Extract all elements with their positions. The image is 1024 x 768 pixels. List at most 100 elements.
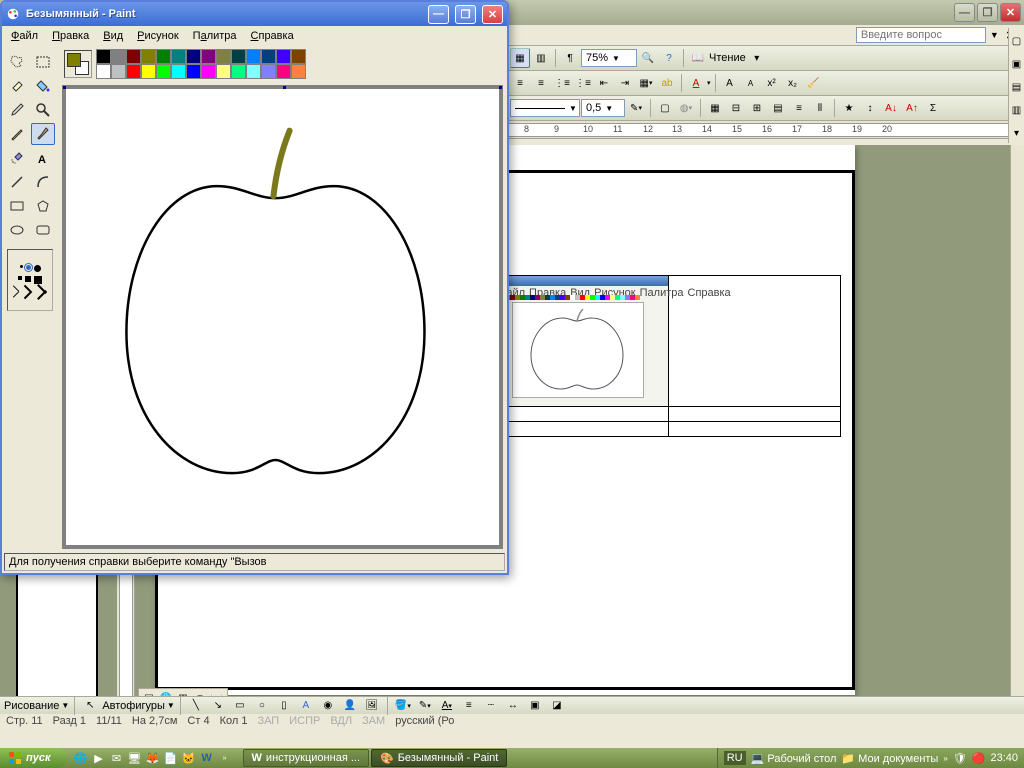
freeform-select-tool[interactable]: [5, 51, 29, 73]
superscript-icon[interactable]: x²: [762, 73, 782, 93]
line-icon[interactable]: ╲: [186, 696, 206, 716]
numbered-list-icon[interactable]: ⋮≡: [552, 73, 572, 93]
wordart-icon[interactable]: A: [296, 696, 316, 716]
menu-help[interactable]: Справка: [244, 28, 301, 44]
font-grow-icon[interactable]: A: [720, 73, 740, 93]
align-center-icon[interactable]: ≡: [531, 73, 551, 93]
drawing-menu[interactable]: Рисование: [4, 700, 59, 712]
font-color-icon[interactable]: A: [686, 73, 706, 93]
fill-tool[interactable]: [31, 75, 55, 97]
rounded-rect-tool[interactable]: [31, 219, 55, 241]
rect-icon[interactable]: ▭: [230, 696, 250, 716]
borders-icon[interactable]: ▦▾: [636, 73, 656, 93]
palette-color[interactable]: [126, 64, 141, 79]
palette-color[interactable]: [201, 64, 216, 79]
paint-titlebar[interactable]: Безымянный - Paint — ❐ ✕: [2, 2, 507, 26]
palette-color[interactable]: [171, 64, 186, 79]
split-cells-icon[interactable]: ⊞: [747, 98, 767, 118]
diagram-icon[interactable]: ◉: [318, 696, 338, 716]
palette-color[interactable]: [231, 64, 246, 79]
distribute-rows-icon[interactable]: ≡: [789, 98, 809, 118]
insert-table-icon[interactable]: ▦: [705, 98, 725, 118]
help-dropdown-icon[interactable]: ▼: [990, 30, 999, 40]
palette-color[interactable]: [126, 49, 141, 64]
rect-select-tool[interactable]: [31, 51, 55, 73]
show-marks-icon[interactable]: ¶: [560, 48, 580, 68]
help-search-input[interactable]: [856, 27, 986, 43]
brush-tool[interactable]: [31, 123, 55, 145]
autoshapes-menu[interactable]: Автофигуры: [102, 700, 165, 712]
bullet-list-icon[interactable]: ⋮≡: [573, 73, 593, 93]
palette-color[interactable]: [276, 49, 291, 64]
subscript-icon[interactable]: x₂: [783, 73, 803, 93]
palette-color[interactable]: [246, 64, 261, 79]
task-paint[interactable]: 🎨 Безымянный - Paint: [371, 749, 507, 767]
paint-minimize-button[interactable]: —: [428, 5, 449, 24]
menu-edit[interactable]: Правка: [45, 28, 96, 44]
indent-dec-icon[interactable]: ⇤: [594, 73, 614, 93]
zoom-lens-icon[interactable]: 🔍: [638, 48, 658, 68]
menu-image[interactable]: Рисунок: [130, 28, 186, 44]
font-color-draw-icon[interactable]: A▾: [437, 696, 457, 716]
indent-inc-icon[interactable]: ⇥: [615, 73, 635, 93]
palette-color[interactable]: [216, 64, 231, 79]
palette-color[interactable]: [261, 64, 276, 79]
toolbar-overflow-icon[interactable]: ▾: [747, 48, 767, 68]
ellipse-tool[interactable]: [5, 219, 29, 241]
menu-view[interactable]: Вид: [96, 28, 130, 44]
ql-ie-icon[interactable]: 🌐: [73, 750, 89, 766]
palette-color[interactable]: [291, 49, 306, 64]
textbox-icon[interactable]: ▯: [274, 696, 294, 716]
side-tool-2[interactable]: ▣: [1007, 55, 1024, 75]
airbrush-tool[interactable]: [5, 147, 29, 169]
sort-desc-icon[interactable]: A↑: [902, 98, 922, 118]
doc-table[interactable]: ФайлПравкаВидРисунокПалитраСправка: [495, 275, 841, 437]
line-tool[interactable]: [5, 171, 29, 193]
reading-icon[interactable]: 📖: [688, 48, 708, 68]
autosum-icon[interactable]: Σ: [923, 98, 943, 118]
menu-colors[interactable]: Палитра: [186, 28, 244, 44]
zoom-select[interactable]: 75%▼: [581, 49, 637, 67]
fill-color-draw-icon[interactable]: 🪣▾: [393, 696, 413, 716]
palette-color[interactable]: [261, 49, 276, 64]
close-button[interactable]: ✕: [1000, 3, 1021, 22]
curve-tool[interactable]: [31, 171, 55, 193]
help-icon[interactable]: ?: [659, 48, 679, 68]
tray-expand-icon[interactable]: »: [943, 754, 947, 763]
ql-more-icon[interactable]: »: [217, 750, 233, 766]
side-tool-3[interactable]: ▤: [1007, 78, 1024, 98]
arrow-style-icon[interactable]: ↔: [503, 696, 523, 716]
line-weight-select[interactable]: 0,5▼: [581, 99, 625, 117]
oval-icon[interactable]: ○: [252, 696, 272, 716]
task-word[interactable]: W инструкционная ...: [243, 749, 369, 767]
palette-color[interactable]: [96, 64, 111, 79]
tray-shield-icon[interactable]: 🛡: [953, 752, 967, 765]
restore-button[interactable]: ❐: [977, 3, 998, 22]
shadow-icon[interactable]: ▣: [525, 696, 545, 716]
palette-color[interactable]: [246, 49, 261, 64]
ql-media-icon[interactable]: ▶: [91, 750, 107, 766]
merge-cells-icon[interactable]: ⊟: [726, 98, 746, 118]
clear-format-icon[interactable]: 🧹: [804, 73, 824, 93]
text-direction-icon[interactable]: ↕: [860, 98, 880, 118]
vertical-scrollbar[interactable]: [1010, 145, 1024, 700]
menu-file[interactable]: Файл: [4, 28, 45, 44]
3d-icon[interactable]: ◪: [547, 696, 567, 716]
tables-icon[interactable]: ▦: [510, 48, 530, 68]
palette-color[interactable]: [171, 49, 186, 64]
tray-docs[interactable]: 📁 Мои документы: [841, 752, 938, 765]
ql-mail-icon[interactable]: ✉: [109, 750, 125, 766]
side-tool-4[interactable]: ▥: [1007, 100, 1024, 120]
highlight-icon[interactable]: ab: [657, 73, 677, 93]
palette-color[interactable]: [156, 49, 171, 64]
magnifier-tool[interactable]: [31, 99, 55, 121]
ql-app2-icon[interactable]: 📄: [163, 750, 179, 766]
palette-color[interactable]: [111, 49, 126, 64]
line-color-draw-icon[interactable]: ✎▾: [415, 696, 435, 716]
text-tool[interactable]: A: [31, 147, 55, 169]
palette-color[interactable]: [186, 49, 201, 64]
lang-indicator[interactable]: RU: [724, 751, 746, 765]
ql-app3-icon[interactable]: 🐱: [181, 750, 197, 766]
palette-color[interactable]: [231, 49, 246, 64]
polygon-tool[interactable]: [31, 195, 55, 217]
